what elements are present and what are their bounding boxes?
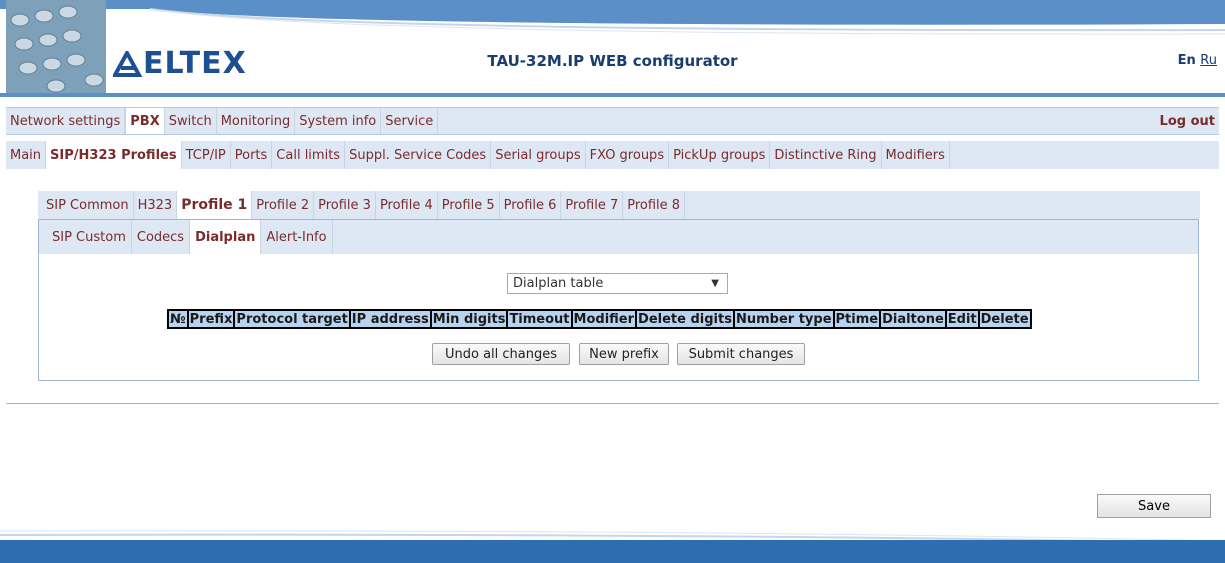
col-ip-address: IP address (348, 309, 432, 329)
col-min-digits: Min digits (429, 309, 509, 329)
tab-call-limits[interactable]: Call limits (272, 141, 346, 169)
tab-pickup-groups[interactable]: PickUp groups (669, 141, 771, 169)
dialplan-table: № Prefix Protocol target IP address Min … (167, 309, 1032, 329)
col-ptime: Ptime (832, 309, 882, 329)
tab-profile-2[interactable]: Profile 2 (252, 191, 315, 219)
app-title: TAU-32M.IP WEB configurator (487, 52, 738, 70)
tab-profile-8[interactable]: Profile 8 (623, 191, 686, 219)
col-delete-digits: Delete digits (635, 309, 735, 329)
footer-bar (0, 540, 1225, 563)
dialplan-table-header: № Prefix Protocol target IP address Min … (167, 309, 1032, 329)
tab-sip-custom[interactable]: SIP Custom (47, 220, 132, 254)
col-number-type: Number type (732, 309, 835, 329)
lang-en[interactable]: En (1178, 53, 1196, 68)
tab-profile-1[interactable]: Profile 1 (177, 191, 253, 219)
content-divider (6, 403, 1219, 404)
tab-profile-7[interactable]: Profile 7 (561, 191, 624, 219)
tab-serial-groups[interactable]: Serial groups (491, 141, 586, 169)
logout-link[interactable]: Log out (1160, 108, 1219, 134)
tab-system-info[interactable]: System info (295, 108, 382, 134)
tab-profile-4[interactable]: Profile 4 (376, 191, 438, 219)
tab-distinctive-ring[interactable]: Distinctive Ring (770, 141, 882, 169)
dropdown-arrow-icon: ▼ (711, 278, 719, 289)
tab-codecs[interactable]: Codecs (132, 220, 191, 254)
dialplan-select-value: Dialplan table (513, 276, 604, 291)
tab-network-settings[interactable]: Network settings (6, 108, 126, 134)
tab-alert-info[interactable]: Alert-Info (261, 220, 333, 254)
tab-service[interactable]: Service (381, 108, 439, 134)
header-keypad-image (6, 0, 106, 95)
dialplan-select[interactable]: Dialplan table ▼ (507, 273, 728, 294)
col-modifier: Modifier (570, 309, 638, 329)
header-bottom-bar (0, 93, 1225, 97)
tab-modifiers[interactable]: Modifiers (882, 141, 950, 169)
tab-fxo-groups[interactable]: FXO groups (586, 141, 670, 169)
tab-suppl-service-codes[interactable]: Suppl. Service Codes (345, 141, 492, 169)
tab-profile-6[interactable]: Profile 6 (500, 191, 562, 219)
profile-sub-tabs: SIP Custom Codecs Dialplan Alert-Info (39, 220, 1198, 254)
tab-sip-h323-profiles[interactable]: SIP/H323 Profiles (46, 141, 182, 169)
tab-sip-common[interactable]: SIP Common (38, 191, 134, 219)
col-edit: Edit (944, 309, 980, 329)
pbx-menu: Main SIP/H323 Profiles TCP/IP Ports Call… (6, 141, 1219, 169)
profile-panel: SIP Custom Codecs Dialplan Alert-Info Di… (38, 219, 1199, 381)
col-timeout: Timeout (506, 309, 573, 329)
col-protocol-target: Protocol target (233, 309, 351, 329)
tab-pbx[interactable]: PBX (125, 108, 165, 134)
tab-dialplan[interactable]: Dialplan (190, 220, 262, 254)
col-dialtone: Dialtone (879, 309, 947, 329)
tab-main[interactable]: Main (6, 141, 47, 169)
footer (0, 527, 1225, 563)
undo-all-changes-button[interactable]: Undo all changes (432, 343, 570, 365)
main-menu: Network settings PBX Switch Monitoring S… (6, 107, 1219, 135)
tab-switch[interactable]: Switch (165, 108, 217, 134)
profile-tabs: SIP Common H323 Profile 1 Profile 2 Prof… (38, 191, 1200, 219)
tab-profile-5[interactable]: Profile 5 (438, 191, 500, 219)
header: ELTEX TAU-32M.IP WEB configurator En Ru (0, 0, 1225, 97)
tab-h323[interactable]: H323 (134, 191, 178, 219)
save-button[interactable]: Save (1097, 494, 1211, 518)
submit-changes-button[interactable]: Submit changes (677, 343, 805, 365)
language-switch: En Ru (1178, 53, 1217, 68)
col-delete: Delete (977, 309, 1032, 329)
new-prefix-button[interactable]: New prefix (579, 343, 669, 365)
lang-ru-link[interactable]: Ru (1200, 53, 1217, 68)
tab-ports[interactable]: Ports (231, 141, 273, 169)
tab-tcp-ip[interactable]: TCP/IP (182, 141, 231, 169)
col-number: № (167, 309, 189, 329)
tab-profile-3[interactable]: Profile 3 (314, 191, 376, 219)
tab-monitoring[interactable]: Monitoring (217, 108, 296, 134)
col-prefix: Prefix (186, 309, 236, 329)
